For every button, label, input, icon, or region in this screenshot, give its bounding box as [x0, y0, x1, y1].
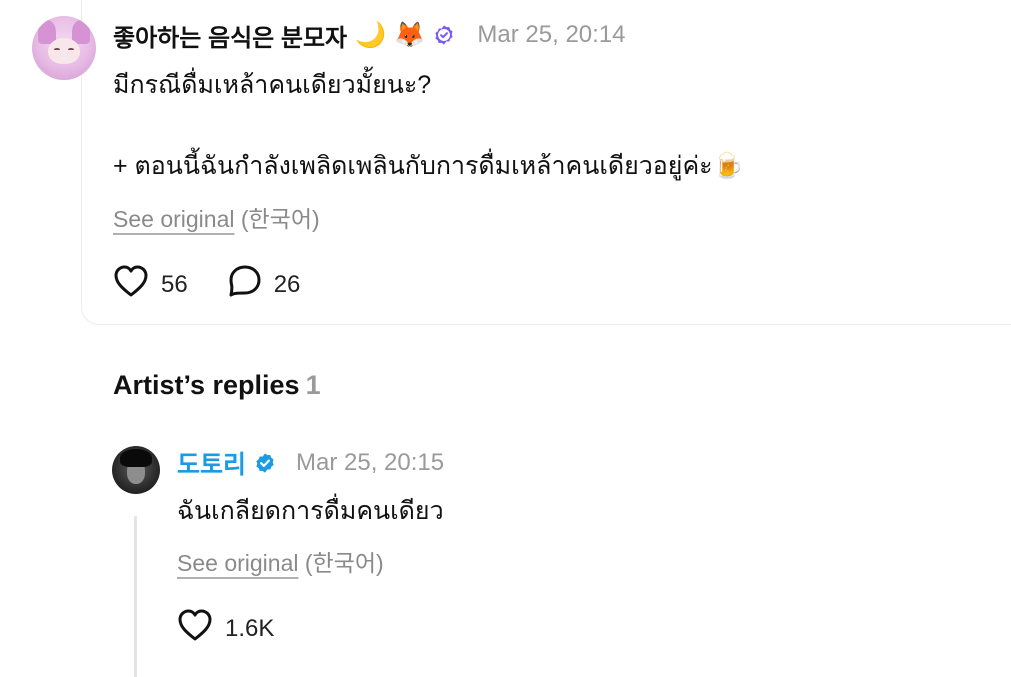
like-button[interactable]: 1.6K: [177, 608, 274, 649]
comment-button[interactable]: 26: [228, 264, 301, 305]
commenter-avatar[interactable]: [32, 16, 96, 80]
artist-name[interactable]: 도토리: [177, 445, 246, 481]
thread-line: [134, 516, 137, 677]
avatar-eye-left: [54, 48, 60, 51]
artist-avatar[interactable]: [112, 446, 160, 494]
avatar-hair: [120, 449, 152, 467]
see-original-link[interactable]: See original: [113, 206, 234, 232]
reply-see-original-row: See original (한국어): [177, 544, 384, 578]
see-original-row: See original (한국어): [113, 200, 320, 234]
moon-emoji: 🌙: [355, 20, 387, 49]
artist-replies-count: 1: [305, 370, 321, 400]
comment-line-2: + ตอนนี้ฉันกำลังเพลิดเพลินกับการดื่มเหล้…: [113, 152, 744, 180]
reply-text: ฉันเกลียดการดื่มคนเดียว: [177, 497, 444, 525]
comment-header: 좋아하는 음식은 분모자 🌙 🦊 Mar 25, 20:14: [113, 18, 626, 53]
original-language: (한국어): [304, 550, 384, 576]
comment-icon: [228, 264, 262, 305]
reply-actions: 1.6K: [177, 608, 274, 649]
avatar-face: [48, 38, 80, 64]
artist-replies-title: Artist’s replies: [113, 370, 300, 400]
commenter-name[interactable]: 좋아하는 음식은 분모자: [113, 18, 347, 53]
verified-icon: [433, 24, 455, 46]
see-original-link[interactable]: See original: [177, 550, 298, 576]
like-count: 1.6K: [225, 614, 275, 642]
like-count: 56: [161, 270, 188, 298]
fox-emoji: 🦊: [394, 20, 426, 49]
reply-count: 26: [273, 270, 301, 298]
comment-timestamp: Mar 25, 20:14: [477, 21, 626, 48]
reply-header: 도토리 Mar 25, 20:15: [177, 447, 444, 479]
heart-icon: [113, 264, 149, 305]
avatar-eye-right: [68, 48, 74, 51]
reply-timestamp: Mar 25, 20:15: [296, 449, 445, 476]
like-button[interactable]: 56: [113, 264, 188, 305]
comment-line-1: มีกรณีดื่มเหล้าคนเดียวมั้ยนะ?: [113, 71, 432, 99]
artist-replies-heading: Artist’s replies 1: [113, 370, 321, 401]
heart-icon: [177, 608, 213, 649]
comment-actions: 56 26: [113, 264, 300, 305]
original-language: (한국어): [240, 206, 320, 232]
verified-icon: [254, 452, 276, 474]
